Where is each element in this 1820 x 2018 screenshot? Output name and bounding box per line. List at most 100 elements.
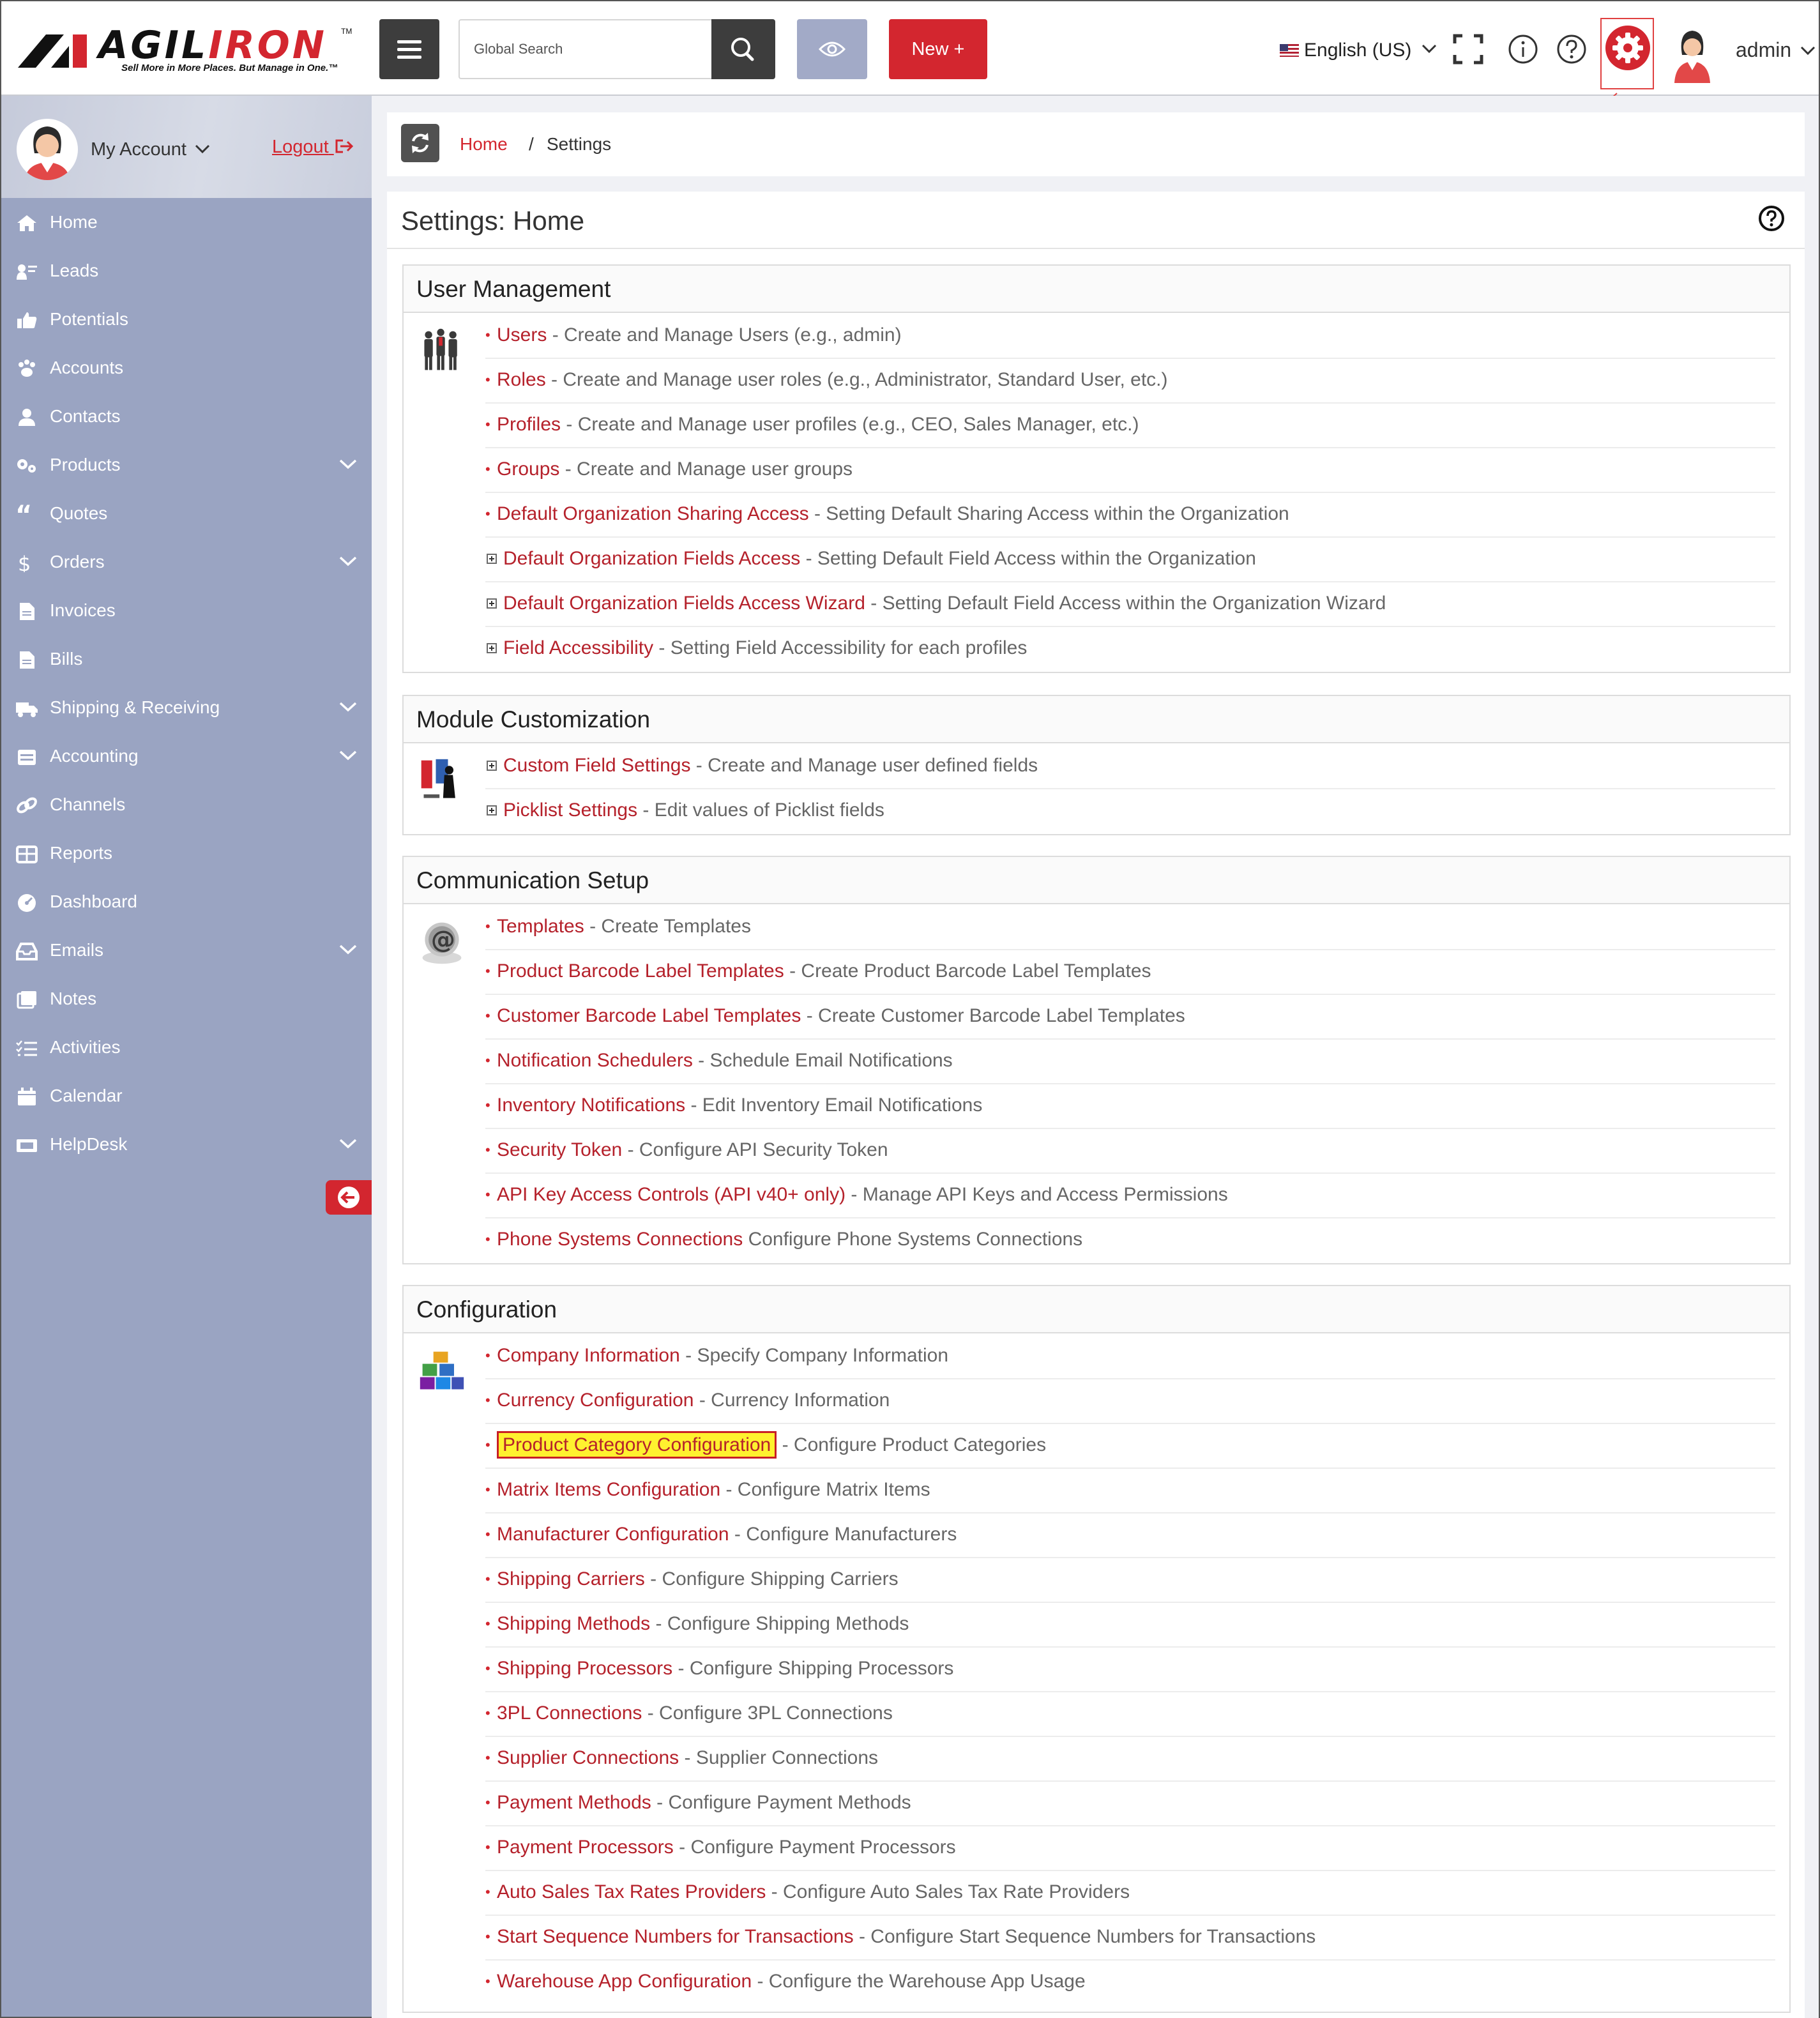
agiliron-logo[interactable]: AGILIRON TM Sell More in More Places. Bu… [18, 23, 352, 78]
info-icon[interactable] [1507, 33, 1539, 65]
collapse-sidebar-button[interactable] [326, 1180, 372, 1215]
settings-description: - Create and Manage user defined fields [695, 755, 1038, 776]
bullet-icon: • [485, 1052, 490, 1068]
expand-plus-icon[interactable] [487, 554, 497, 564]
sidebar-item-reports[interactable]: Reports [1, 829, 372, 877]
chevron-down-icon[interactable] [338, 1137, 358, 1151]
settings-link[interactable]: Field Accessibility [503, 637, 653, 658]
logout-link[interactable]: Logout [272, 137, 354, 158]
sidebar-item-calendar[interactable]: Calendar [1, 1072, 372, 1120]
sidebar-item-accounting[interactable]: Accounting [1, 732, 372, 780]
sidebar-item-home[interactable]: Home [1, 198, 372, 247]
settings-link[interactable]: Supplier Connections [497, 1747, 679, 1768]
settings-link[interactable]: Warehouse App Configuration [497, 1971, 752, 1992]
sidebar-item-activities[interactable]: Activities [1, 1023, 372, 1072]
settings-link[interactable]: Shipping Carriers [497, 1568, 645, 1589]
sidebar-item-orders[interactable]: $ Orders [1, 538, 372, 586]
settings-link[interactable]: Security Token [497, 1139, 622, 1160]
settings-link[interactable]: Profiles [497, 414, 561, 435]
settings-link[interactable]: Start Sequence Numbers for Transactions [497, 1926, 854, 1947]
section-title-configuration: Configuration [404, 1286, 1789, 1333]
settings-link[interactable]: Shipping Methods [497, 1613, 650, 1634]
sidebar-item-notes[interactable]: Notes [1, 975, 372, 1023]
settings-link[interactable]: Roles [497, 369, 546, 390]
bullet-icon: • [485, 1839, 490, 1855]
chevron-down-icon[interactable] [338, 943, 358, 957]
settings-link[interactable]: Payment Methods [497, 1792, 651, 1813]
help-icon[interactable] [1757, 204, 1786, 232]
settings-link[interactable]: Matrix Items Configuration [497, 1479, 720, 1500]
sidebar-item-contacts[interactable]: Contacts [1, 392, 372, 441]
expand-plus-icon[interactable] [487, 598, 497, 609]
settings-item: • Shipping Methods - Configure Shipping M… [485, 1603, 1775, 1648]
chevron-down-icon[interactable] [338, 700, 358, 714]
settings-description: - Setting Field Accessibility for each p… [658, 637, 1028, 658]
settings-link[interactable]: Product Barcode Label Templates [497, 960, 784, 982]
settings-link[interactable]: Custom Field Settings [503, 755, 690, 776]
settings-link[interactable]: Auto Sales Tax Rates Providers [497, 1881, 766, 1902]
settings-link[interactable]: Default Organization Fields Access Wizar… [503, 593, 865, 614]
avatar[interactable] [17, 119, 78, 180]
sidebar-item-label: Products [50, 455, 121, 474]
chevron-down-icon[interactable] [338, 554, 358, 568]
settings-link[interactable]: Inventory Notifications [497, 1095, 685, 1116]
breadcrumb-home-link[interactable]: Home [460, 134, 508, 155]
refresh-button[interactable] [401, 124, 439, 162]
fullscreen-icon[interactable] [1452, 33, 1484, 65]
sidebar-item-label: Leads [50, 261, 99, 280]
expand-plus-icon[interactable] [487, 805, 497, 816]
settings-item: • Currency Configuration - Currency Infor… [485, 1379, 1775, 1424]
settings-link[interactable]: Default Organization Sharing Access [497, 503, 809, 524]
users-group-icon [424, 328, 457, 370]
settings-link[interactable]: Picklist Settings [503, 800, 637, 821]
settings-link[interactable]: Templates [497, 916, 584, 937]
chevron-down-icon[interactable] [338, 748, 358, 762]
settings-link[interactable]: Payment Processors [497, 1837, 674, 1858]
settings-link[interactable]: Currency Configuration [497, 1390, 694, 1411]
settings-item: • Default Organization Sharing Access - S… [485, 493, 1775, 538]
sidebar-item-invoices[interactable]: Invoices [1, 586, 372, 635]
sidebar-item-helpdesk[interactable]: HelpDesk [1, 1120, 372, 1169]
sidebar-item-emails[interactable]: Emails [1, 926, 372, 975]
settings-item: • Phone Systems Connections Configure Pho… [485, 1218, 1775, 1263]
settings-link[interactable]: Groups [497, 459, 559, 480]
search-button[interactable] [711, 19, 775, 79]
settings-link[interactable]: Users [497, 324, 547, 345]
sidebar-item-channels[interactable]: Channels [1, 780, 372, 829]
settings-link[interactable]: Product Category Configuration [497, 1431, 777, 1459]
sidebar-item-shipping-and-receiving[interactable]: Shipping & Receiving [1, 683, 372, 732]
chevron-down-icon[interactable] [338, 457, 358, 471]
settings-button[interactable] [1605, 26, 1650, 70]
settings-link[interactable]: Manufacturer Configuration [497, 1524, 729, 1545]
sidebar-item-leads[interactable]: Leads [1, 247, 372, 295]
sidebar-item-accounts[interactable]: Accounts [1, 344, 372, 392]
global-search-field[interactable] [459, 19, 713, 79]
sidebar-item-potentials[interactable]: Potentials [1, 295, 372, 344]
new-button[interactable]: New + [889, 19, 987, 79]
settings-description: - Edit values of Picklist fields [642, 800, 884, 821]
file-icon [20, 651, 34, 669]
menu-toggle-button[interactable] [379, 19, 439, 79]
my-account-menu[interactable]: My Account [91, 139, 211, 160]
sidebar-item-label: HelpDesk [50, 1134, 128, 1154]
settings-link[interactable]: 3PL Connections [497, 1703, 642, 1724]
settings-link[interactable]: API Key Access Controls (API v40+ only) [497, 1184, 846, 1205]
help-icon[interactable] [1556, 33, 1588, 65]
avatar[interactable] [1669, 26, 1715, 83]
settings-link[interactable]: Shipping Processors [497, 1658, 672, 1679]
search-input[interactable] [460, 20, 713, 78]
sidebar-item-bills[interactable]: Bills [1, 635, 372, 683]
settings-link[interactable]: Customer Barcode Label Templates [497, 1005, 801, 1026]
expand-plus-icon[interactable] [487, 761, 497, 771]
quick-view-button[interactable] [797, 19, 867, 79]
sidebar-item-products[interactable]: Products [1, 441, 372, 489]
expand-plus-icon[interactable] [487, 643, 497, 653]
sidebar-item-quotes[interactable]: “„ Quotes [1, 489, 372, 538]
sidebar-item-dashboard[interactable]: Dashboard [1, 877, 372, 926]
settings-link[interactable]: Default Organization Fields Access [503, 548, 800, 569]
settings-link[interactable]: Notification Schedulers [497, 1050, 693, 1071]
language-selector[interactable]: English (US) [1280, 40, 1437, 61]
settings-link[interactable]: Company Information [497, 1345, 680, 1366]
settings-link[interactable]: Phone Systems Connections [497, 1229, 743, 1250]
user-menu[interactable]: admin [1736, 38, 1816, 62]
